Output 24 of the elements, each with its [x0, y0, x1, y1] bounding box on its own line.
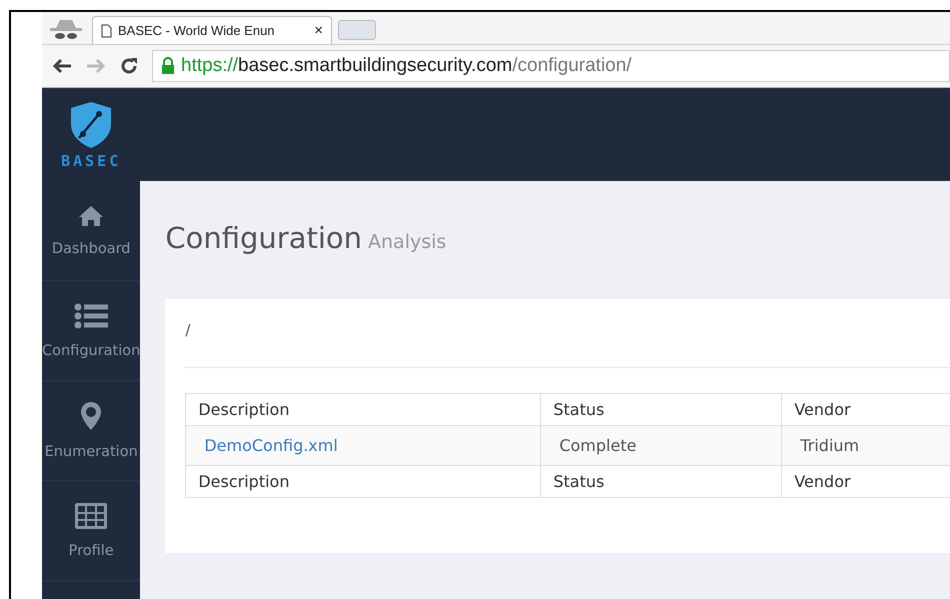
- table-icon: [75, 502, 108, 528]
- home-icon: [78, 204, 104, 226]
- file-link[interactable]: DemoConfig.xml: [204, 436, 338, 455]
- lock-icon: [161, 57, 175, 75]
- page-icon: [101, 24, 112, 38]
- map-pin-icon: [81, 402, 102, 430]
- breadcrumb: /: [185, 321, 190, 339]
- logo-text: BASEC: [61, 152, 122, 170]
- column-footer: Description: [186, 466, 541, 498]
- close-tab-button[interactable]: ×: [314, 22, 323, 39]
- column-header: Description: [186, 394, 541, 426]
- page-subtitle: Analysis: [368, 231, 446, 253]
- back-icon[interactable]: [52, 58, 72, 74]
- address-bar[interactable]: https://basec.smartbuildingsecurity.com/configuration/: [152, 50, 950, 82]
- column-footer: Status: [540, 466, 782, 498]
- browser-tab[interactable]: BASEC - World Wide Enun ×: [92, 16, 332, 44]
- page-title: Configuration: [165, 221, 362, 255]
- shield-logo-icon: [69, 100, 114, 150]
- table-cell: Complete: [540, 426, 782, 466]
- reload-icon[interactable]: [120, 57, 138, 75]
- column-header: Status: [540, 394, 782, 426]
- tab-title: BASEC - World Wide Enun: [118, 23, 276, 38]
- list-icon: [74, 302, 108, 328]
- table-cell: Tridium: [782, 426, 950, 466]
